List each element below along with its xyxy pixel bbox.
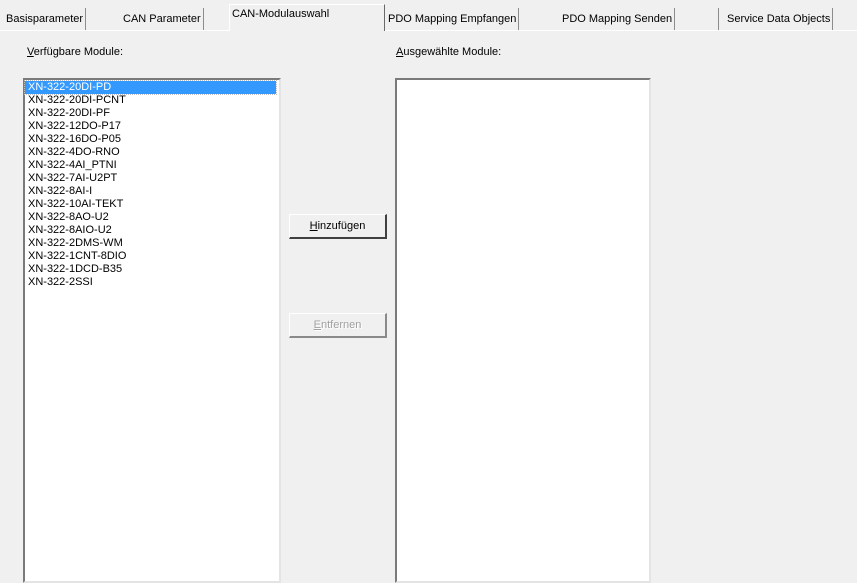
remove-button-label: ntfernen	[320, 319, 362, 331]
list-item[interactable]: XN-322-20DI-PF	[25, 107, 279, 120]
add-button-mnemonic: H	[309, 220, 318, 232]
available-label-mnemonic: V	[27, 46, 34, 58]
list-item[interactable]: XN-322-1CNT-8DIO	[25, 250, 279, 263]
list-item[interactable]: XN-322-8AO-U2	[25, 211, 279, 224]
list-item[interactable]: XN-322-8AIO-U2	[25, 224, 279, 237]
list-item[interactable]: XN-322-2DMS-WM	[25, 237, 279, 250]
list-item[interactable]: XN-322-2SSI	[25, 276, 279, 289]
add-button[interactable]: Hinzufügen	[289, 214, 387, 239]
list-item[interactable]: XN-322-20DI-PCNT	[25, 94, 279, 107]
tab-service-data-objects[interactable]: Service Data Objects	[718, 8, 834, 30]
list-item[interactable]: XN-322-16DO-P05	[25, 133, 279, 146]
list-item[interactable]: XN-322-7AI-U2PT	[25, 172, 279, 185]
tab-strip: Basisparameter CAN Parameter CAN-Modulau…	[0, 0, 857, 36]
available-label-text: erfügbare Module:	[33, 46, 124, 58]
list-item[interactable]: XN-322-1DCD-B35	[25, 263, 279, 276]
selected-modules-items	[397, 80, 649, 81]
available-modules-label: Verfügbare Module:	[27, 46, 123, 58]
tab-basisparameter[interactable]: Basisparameter	[4, 8, 87, 30]
selected-modules-list[interactable]	[395, 78, 651, 583]
selected-modules-label: Ausgewählte Module:	[396, 46, 501, 58]
remove-button[interactable]: Entfernen	[289, 313, 387, 338]
list-item[interactable]: XN-322-4DO-RNO	[25, 146, 279, 159]
tab-baseline	[0, 30, 857, 31]
available-modules-list[interactable]: XN-322-20DI-PD XN-322-20DI-PCNT XN-322-20D…	[23, 78, 281, 583]
tab-can-modulauswahl[interactable]: CAN-Modulauswahl	[229, 4, 385, 31]
tab-can-parameter[interactable]: CAN Parameter	[121, 8, 204, 30]
add-button-label: inzufügen	[317, 220, 366, 232]
list-item[interactable]: XN-322-20DI-PD	[24, 80, 277, 95]
available-modules-items: XN-322-20DI-PD XN-322-20DI-PCNT XN-322-20D…	[24, 80, 279, 289]
list-item[interactable]: XN-322-10AI-TEKT	[25, 198, 279, 211]
tab-pdo-mapping-senden[interactable]: PDO Mapping Senden	[560, 8, 676, 30]
remove-button-mnemonic: E	[313, 319, 321, 331]
list-item[interactable]: XN-322-8AI-I	[25, 185, 279, 198]
selected-label-text: usgewählte Module:	[403, 46, 502, 58]
list-item[interactable]: XN-322-4AI_PTNI	[25, 159, 279, 172]
list-item[interactable]: XN-322-12DO-P17	[25, 120, 279, 133]
tab-pdo-mapping-empfangen[interactable]: PDO Mapping Empfangen	[386, 8, 520, 30]
